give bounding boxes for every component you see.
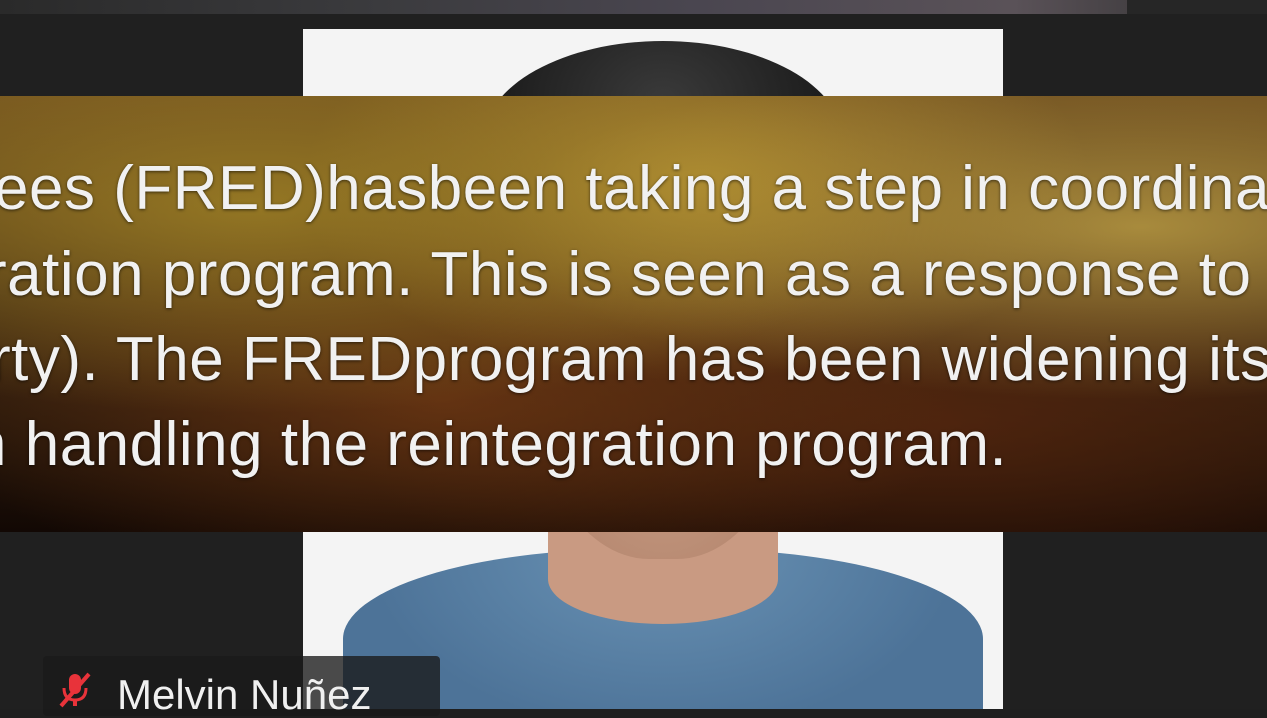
participant-name: Melvin Nuñez	[117, 671, 372, 718]
participant-name-tag: Melvin Nuñez	[43, 656, 440, 716]
caption-line-3: rty). The FREDprogram has been widening …	[0, 325, 1267, 394]
top-video-strip	[0, 0, 1267, 14]
caption-line-2: ration program. This is seen as a respon…	[0, 240, 1252, 309]
caption-overlay: ees (FRED)hasbeen taking a step in coord…	[0, 96, 1267, 532]
top-strip-end	[1127, 0, 1267, 14]
caption-line-1: ees (FRED)hasbeen taking a step in coord…	[0, 154, 1267, 223]
caption-line-4: n handling the reintegration program.	[0, 410, 1008, 479]
mic-muted-icon[interactable]	[55, 670, 95, 710]
